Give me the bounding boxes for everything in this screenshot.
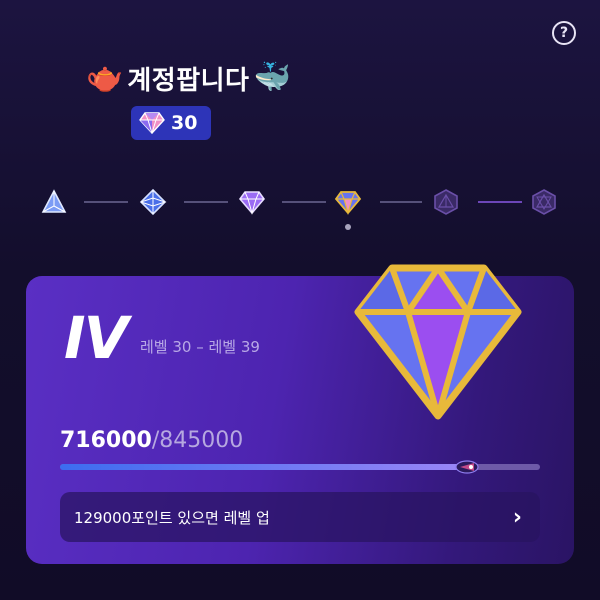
tier-connector <box>380 201 422 203</box>
account-title-row: 🫖 계정팝니다 🐳 <box>86 58 291 98</box>
tier-connector <box>478 201 522 203</box>
tier-5-locked-icon[interactable] <box>432 188 460 216</box>
teapot-icon: 🫖 <box>86 60 124 95</box>
points-progress-bar <box>60 460 540 474</box>
tier-connector <box>84 201 128 203</box>
tier-roman-numeral: IV <box>64 304 128 372</box>
rocket-icon <box>454 460 479 474</box>
tier-screen: ? 🫖 계정팝니다 🐳 30 IV 레벨 30 – 레벨 39 716000/8… <box>0 0 600 600</box>
level-badge: 30 <box>131 106 211 140</box>
help-circle-icon: ? <box>559 25 569 41</box>
help-button[interactable]: ? <box>552 21 576 45</box>
level-up-message: 129000포인트 있으면 레벨 업 <box>74 508 270 527</box>
account-title: 계정팝니다 <box>127 65 250 96</box>
tier-card: IV 레벨 30 – 레벨 39 716000/845000 129000포인트… <box>26 264 574 564</box>
tier-connector <box>184 201 228 203</box>
level-range: 레벨 30 – 레벨 39 <box>140 338 260 356</box>
points-current: 716000 <box>60 428 152 453</box>
tier-2-octahedron-icon[interactable] <box>139 188 167 216</box>
tier-progress-track <box>0 180 600 240</box>
diamond-tier-icon <box>354 264 522 420</box>
tier-4-diamond-icon[interactable] <box>334 188 362 216</box>
level-up-button[interactable]: 129000포인트 있으면 레벨 업 › <box>60 492 540 542</box>
tier-connector <box>282 201 326 203</box>
tier-1-triangle-icon[interactable] <box>40 188 68 216</box>
whale-icon: 🐳 <box>253 60 291 95</box>
tier-3-gem-icon[interactable] <box>238 188 266 216</box>
tier-6-locked-icon[interactable] <box>530 188 558 216</box>
points-total: /845000 <box>151 428 244 453</box>
diamond-icon <box>139 112 165 134</box>
chevron-right-icon: › <box>512 504 522 530</box>
level-value: 30 <box>171 112 198 134</box>
points-readout: 716000/845000 <box>60 428 243 453</box>
current-tier-indicator <box>345 224 351 230</box>
progress-fill <box>60 464 467 470</box>
